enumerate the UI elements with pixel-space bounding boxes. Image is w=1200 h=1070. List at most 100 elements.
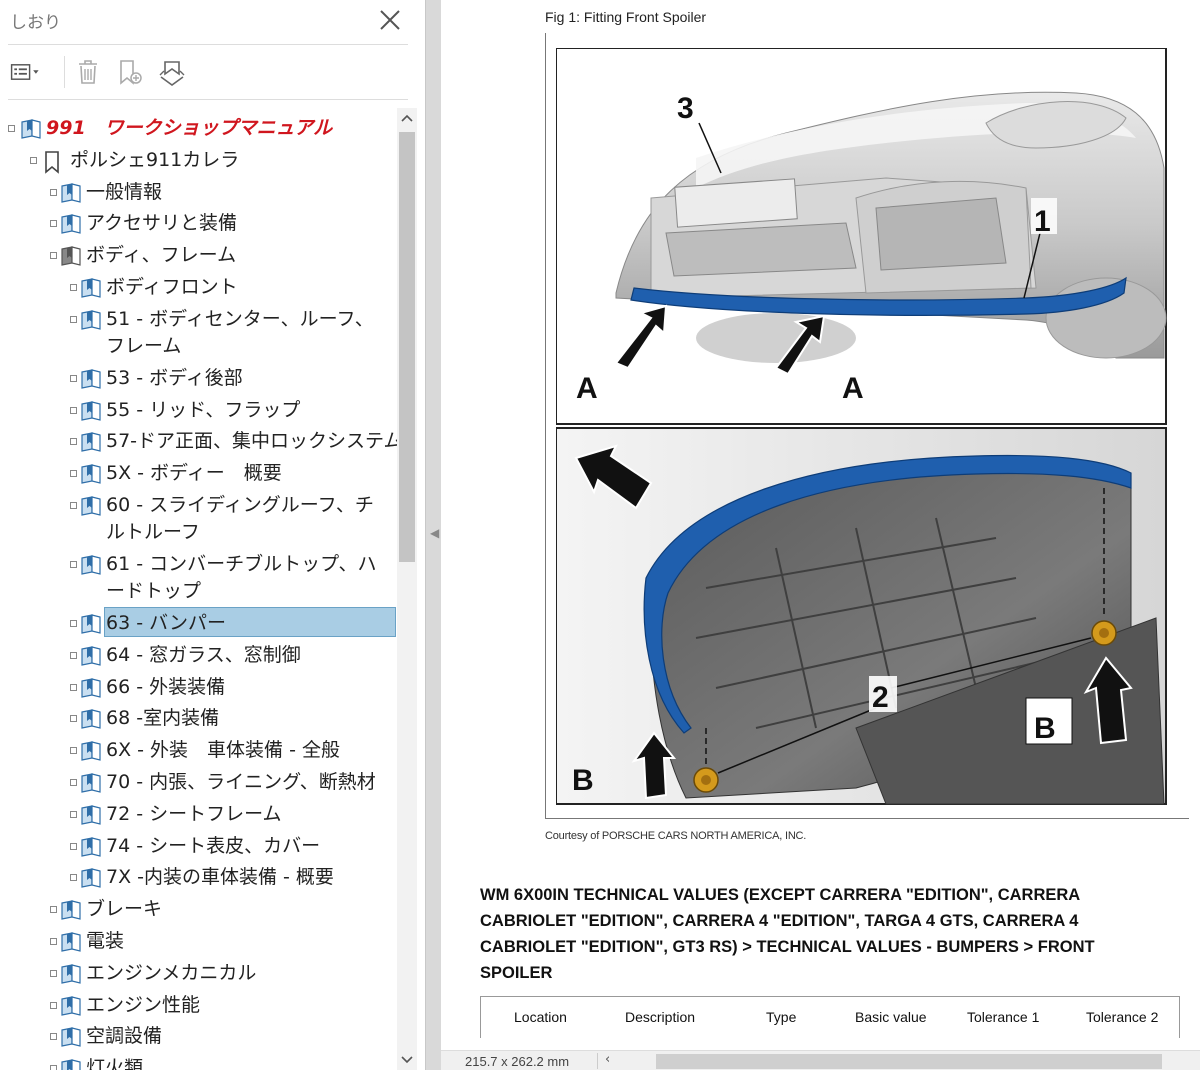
bookmark-label: 51 - ボディセンター、ルーフ、フレーム (106, 307, 374, 357)
bookmark-item[interactable]: ボディ、フレーム (0, 239, 397, 271)
bookmark-label: 53 - ボディ後部 (106, 366, 243, 389)
bookmark-page-icon (20, 118, 42, 140)
bookmark-item[interactable]: 60 - スライディングルーフ、チルトルーフ (0, 489, 397, 548)
bookmark-item[interactable]: 7X -内装の車体装備 - 概要 (0, 861, 397, 893)
expand-toggle-icon[interactable] (50, 1033, 57, 1041)
bookmark-item[interactable]: 一般情報 (0, 176, 397, 208)
bookmark-page-icon (80, 368, 102, 390)
bookmarks-panel: しおり 991 ワークショップマニュアル ポルシェ911カレラ 一般情報 アクセ… (0, 0, 425, 1070)
panel-splitter[interactable]: ◀ (425, 0, 441, 1070)
bookmark-item[interactable]: 灯火類 (0, 1052, 397, 1070)
bookmarks-scrollbar[interactable] (397, 108, 417, 1070)
expand-toggle-icon[interactable] (70, 470, 77, 478)
expand-toggle-icon[interactable] (50, 220, 57, 228)
expand-toggle-icon[interactable] (70, 810, 77, 818)
bookmark-item[interactable]: 68 -室内装備 (0, 702, 397, 734)
list-options-icon[interactable] (8, 54, 44, 90)
bookmark-item[interactable]: 空調設備 (0, 1020, 397, 1052)
horizontal-scrollbar-thumb[interactable] (656, 1054, 1162, 1069)
bookmark-label: エンジン性能 (86, 993, 201, 1016)
close-icon[interactable] (376, 6, 404, 34)
expand-toggle-icon[interactable] (70, 284, 77, 291)
bookmark-label: 5X - ボディー 概要 (106, 462, 282, 485)
bookmark-icon (42, 150, 64, 174)
bookmark-item[interactable]: 5X - ボディー 概要 (0, 457, 397, 489)
expand-toggle-icon[interactable] (50, 1001, 57, 1009)
bookmark-page-icon (80, 431, 102, 453)
expand-toggle-icon[interactable] (70, 779, 77, 786)
bookmark-item[interactable]: 63 - バンパー (0, 607, 397, 639)
bookmark-item[interactable]: エンジンメカニカル (0, 957, 397, 989)
expand-toggle-icon[interactable] (70, 438, 77, 446)
bookmark-label: 灯火類 (86, 1057, 144, 1070)
bookmark-label: 6X - 外装 車体装備 - 全般 (106, 739, 340, 762)
expand-toggle-icon[interactable] (70, 620, 77, 627)
bookmark-page-icon (60, 245, 82, 267)
expand-bookmark-icon[interactable] (154, 54, 190, 90)
expand-toggle-icon[interactable] (70, 683, 77, 691)
bookmark-label: 991 ワークショップマニュアル (46, 117, 333, 139)
expand-toggle-icon[interactable] (50, 906, 57, 914)
bookmark-page-icon (60, 899, 82, 921)
expand-toggle-icon[interactable] (70, 874, 77, 882)
bookmark-item[interactable]: 53 - ボディ後部 (0, 362, 397, 394)
bookmark-item[interactable]: 57-ドア正面、集中ロックシステム (0, 425, 397, 457)
expand-toggle-icon[interactable] (50, 188, 57, 196)
expand-toggle-icon[interactable] (70, 715, 77, 723)
expand-toggle-icon[interactable] (8, 125, 15, 132)
expand-toggle-icon[interactable] (70, 406, 77, 414)
expand-toggle-icon[interactable] (70, 651, 77, 659)
bookmark-label: 70 - 内張、ライニング、断熱材 (106, 771, 376, 793)
trash-icon[interactable] (70, 54, 106, 90)
callout-1: 1 (1034, 205, 1051, 238)
bookmark-item[interactable]: 72 - シートフレーム (0, 798, 397, 830)
expand-toggle-icon[interactable] (50, 969, 57, 977)
col-header-basic-value: Basic value (855, 1009, 927, 1025)
add-bookmark-icon[interactable] (112, 54, 148, 90)
bookmark-item[interactable]: 991 ワークショップマニュアル (0, 112, 397, 144)
bookmark-item[interactable]: 51 - ボディセンター、ルーフ、フレーム (0, 303, 397, 362)
scroll-up-icon[interactable] (397, 108, 417, 128)
bookmark-tree: 991 ワークショップマニュアル ポルシェ911カレラ 一般情報 アクセサリと装備 ボデ… (0, 108, 397, 1070)
expand-toggle-icon[interactable] (50, 252, 57, 260)
bookmark-item[interactable]: 61 - コンバーチブルトップ、ハードトップ (0, 548, 397, 607)
bookmark-item[interactable]: ボディフロント (0, 271, 397, 303)
expand-toggle-icon[interactable] (70, 374, 77, 382)
expand-toggle-icon[interactable] (50, 938, 57, 945)
bookmark-item[interactable]: 電装 (0, 925, 397, 957)
bookmarks-header: しおり (0, 0, 425, 44)
bookmarks-title: しおり (10, 13, 61, 33)
bookmark-page-icon (80, 277, 102, 299)
expand-toggle-icon[interactable] (30, 156, 37, 164)
bookmark-page-icon (80, 772, 102, 794)
bookmark-label: アクセサリと装備 (86, 212, 238, 235)
technical-values-table: Location Description Type Basic value To… (480, 996, 1180, 1038)
scrollbar-thumb[interactable] (399, 132, 415, 562)
bookmark-label: ボディフロント (106, 276, 238, 298)
bookmark-label: ポルシェ911カレラ (70, 148, 240, 171)
expand-toggle-icon[interactable] (50, 1065, 57, 1070)
bookmark-page-icon (60, 995, 82, 1017)
bookmark-item[interactable]: 66 - 外装装備 (0, 671, 397, 703)
bookmark-item[interactable]: ポルシェ911カレラ (0, 144, 397, 176)
scroll-down-icon[interactable] (397, 1050, 417, 1070)
scroll-left-icon[interactable]: ‹ (605, 1052, 610, 1067)
bookmark-item[interactable]: アクセサリと装備 (0, 207, 397, 239)
bookmark-item[interactable]: ブレーキ (0, 893, 397, 925)
bookmark-page-icon (60, 182, 82, 204)
expand-toggle-icon[interactable] (70, 561, 77, 568)
bookmark-item[interactable]: 6X - 外装 車体装備 - 全般 (0, 734, 397, 766)
bookmark-item[interactable]: 64 - 窓ガラス、窓制御 (0, 639, 397, 671)
bookmark-label: ボディ、フレーム (86, 244, 237, 267)
bookmark-item[interactable]: 55 - リッド、フラップ (0, 394, 397, 426)
section-heading: WM 6X00IN TECHNICAL VALUES (EXCEPT CARRE… (480, 886, 1095, 982)
expand-toggle-icon[interactable] (70, 315, 77, 323)
bookmark-item[interactable]: 70 - 内張、ライニング、断熱材 (0, 766, 397, 798)
expand-toggle-icon[interactable] (70, 502, 77, 509)
expand-toggle-icon[interactable] (70, 747, 77, 755)
collapse-panel-icon[interactable]: ◀ (430, 526, 439, 540)
label-b-right: B (1034, 712, 1056, 745)
bookmark-item[interactable]: 74 - シート表皮、カバー (0, 830, 397, 862)
bookmark-item[interactable]: エンジン性能 (0, 989, 397, 1021)
expand-toggle-icon[interactable] (70, 842, 77, 850)
